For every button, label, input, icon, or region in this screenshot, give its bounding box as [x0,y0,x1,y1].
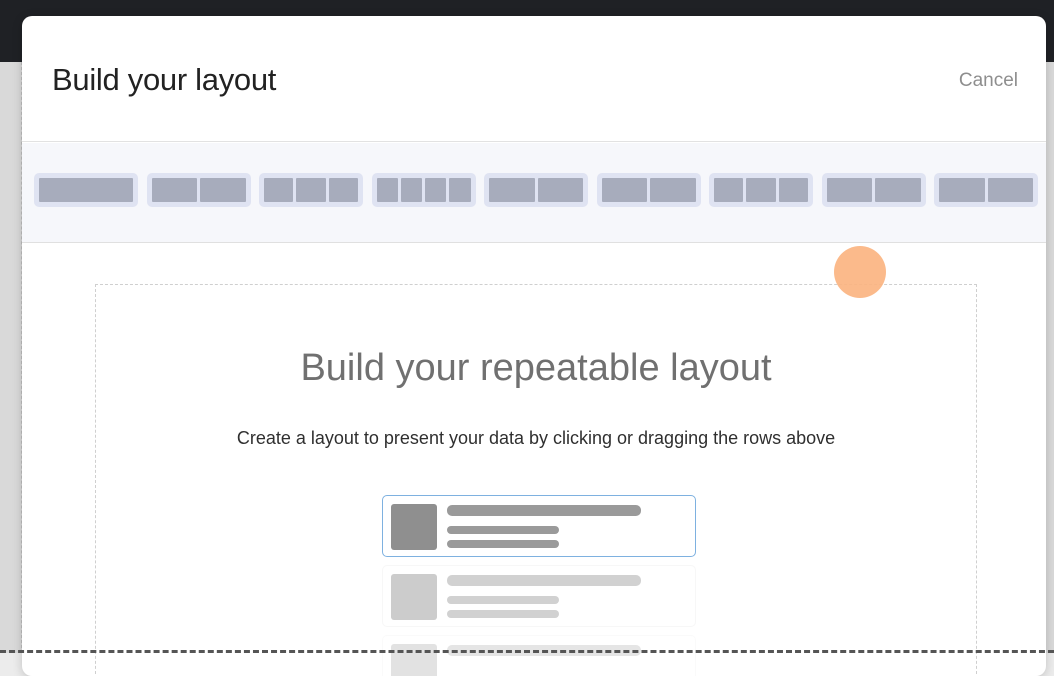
row-option-1[interactable] [34,173,138,207]
text-line-placeholder [447,505,641,516]
backdrop-left [0,62,22,653]
row-segment-icon [746,178,776,202]
image-placeholder-icon [391,644,437,676]
row-segment-icon [425,178,447,202]
row-segment-icon [537,178,583,202]
text-line-placeholder [447,610,559,618]
row-option-7[interactable] [709,173,813,207]
row-segment-icon [714,178,744,202]
text-line-placeholder [447,540,559,548]
row-segment-icon [489,178,535,202]
row-option-3[interactable] [259,173,363,207]
example-row-card-faded [382,635,696,676]
row-segment-icon [200,178,246,202]
canvas-title: Build your repeatable layout [300,347,772,389]
row-segment-icon [875,178,921,202]
row-segment-icon [328,178,358,202]
row-segment-icon [39,178,133,202]
row-segment-icon [449,178,471,202]
row-segment-icon [264,178,294,202]
row-option-6[interactable] [596,173,701,207]
text-line-placeholder [447,575,641,586]
row-option-9[interactable] [934,173,1038,207]
row-options-palette [22,143,1046,243]
example-row-card-faded [382,565,696,627]
image-placeholder-icon [391,574,437,620]
row-option-4[interactable] [371,173,476,207]
cursor-highlight [834,246,886,298]
image-placeholder-icon [391,504,437,550]
row-segment-icon [826,178,872,202]
build-layout-modal: Build your layout Cancel Build your repe… [22,16,1046,676]
row-segment-icon [601,178,647,202]
row-segment-icon [987,178,1033,202]
row-option-5[interactable] [484,173,588,207]
row-option-2[interactable] [146,173,251,207]
canvas-subtitle: Create a layout to present your data by … [236,428,836,448]
backdrop-right [1046,62,1054,653]
layout-drop-zone[interactable]: Build your repeatable layout Create a la… [95,284,977,676]
row-segment-icon [151,178,197,202]
cancel-button[interactable]: Cancel [959,70,1018,92]
row-segment-icon [400,178,422,202]
row-segment-icon [376,178,398,202]
row-option-8[interactable] [821,173,926,207]
text-line-placeholder [447,596,559,604]
text-line-placeholder [447,526,559,534]
row-segment-icon [939,178,985,202]
row-segment-icon [650,178,696,202]
modal-header: Build your layout Cancel [22,16,1046,142]
example-row-card [382,495,696,557]
row-segment-icon [778,178,808,202]
modal-title: Build your layout [52,62,277,97]
row-segment-icon [296,178,326,202]
